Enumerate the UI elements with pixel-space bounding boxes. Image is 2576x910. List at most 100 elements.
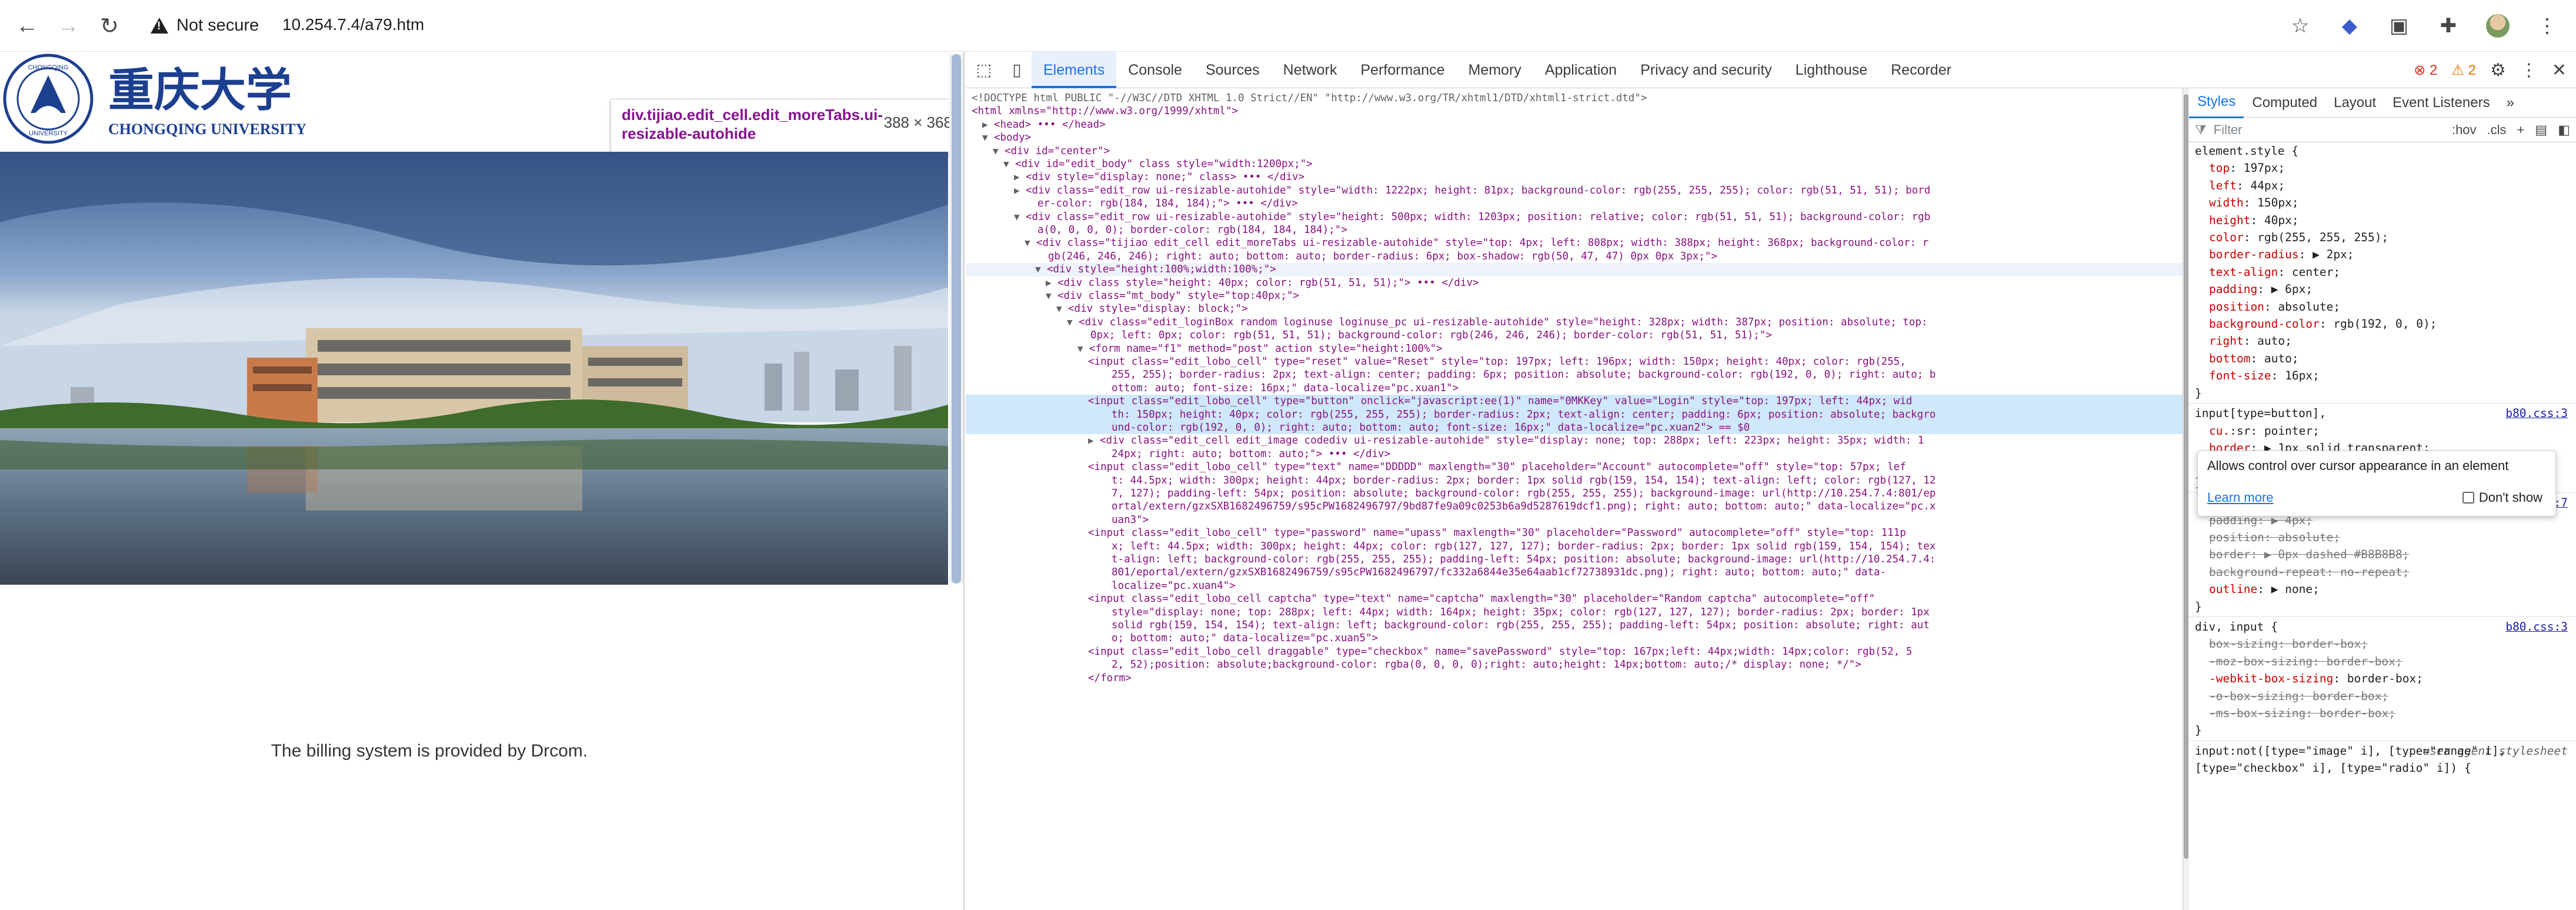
security-chip[interactable]: Not secure [151,11,259,40]
hov-toggle[interactable]: :hov [2452,122,2477,138]
page-scrollbar[interactable] [949,54,963,584]
dom-node-line[interactable]: <input class="edit_lobo_cell" type="butt… [966,395,2183,408]
collapse-caret-icon[interactable]: ▼ [1035,263,1047,276]
stylesheet-source-link[interactable]: b80.css:3 [2505,405,2568,422]
expand-caret-icon[interactable]: ▶ [982,118,994,131]
dom-node-line[interactable]: uan3"> [1112,514,1149,526]
more-tabs-icon[interactable]: » [2498,88,2522,118]
collapse-caret-icon[interactable]: ▼ [1046,289,1057,302]
dont-show-checkbox[interactable] [2462,492,2474,504]
dom-node-line[interactable]: ▶ <div class style="height: 40px; color: … [1046,276,1479,289]
tab-layout[interactable]: Layout [2325,88,2384,118]
style-rule-line[interactable]: outline: ▶ none; [2189,581,2576,598]
extension-icon[interactable]: ◆ [2335,11,2364,41]
style-rule-line[interactable]: border: ▶ 0px dashed #B8B8B8; [2189,546,2576,563]
style-rule-line[interactable]: background-repeat: no-repeat; [2189,564,2576,581]
dom-node-line[interactable]: <input class="edit_lobo_cell draggable" … [1088,645,1912,658]
dom-node-line[interactable]: a(0, 0, 0, 0); border-color: rgb(184, 18… [1037,224,1347,236]
dom-node-line[interactable]: und-color: rgb(192, 0, 0); right: auto; … [966,421,2183,435]
dom-node-line[interactable]: ▶ <div class="edit_cell edit_image codedi… [1088,434,1924,447]
dom-node-line[interactable]: x; left: 44.5px; width: 300px; height: 4… [1112,540,1936,553]
puzzle-icon[interactable]: ✚ [2434,11,2463,41]
style-rule-line[interactable]: right: auto; [2189,332,2576,349]
style-rule-line[interactable]: border-radius: ▶ 2px; [2189,246,2576,263]
dom-node-line[interactable]: <!DOCTYPE html PUBLIC "-//W3C//DTD XHTML… [972,92,1647,105]
collapse-caret-icon[interactable]: ▼ [1014,211,1026,224]
inspect-element-icon[interactable]: ⬚ [969,55,999,85]
computed-toggle-icon[interactable]: ▤ [2535,122,2547,138]
style-rule-line[interactable]: cu.:sr: pointer; [2189,422,2576,439]
dom-node-line[interactable]: t-align: left; background-color: rgb(255… [1112,553,1936,566]
dom-node-line[interactable]: <input class="edit_lobo_cell" type="text… [1088,461,1906,474]
dom-node-line[interactable]: ortal/extern/gzxSXB1682496759/s95cPW1682… [1112,500,1936,513]
collapse-caret-icon[interactable]: ▼ [1067,316,1079,329]
style-rule-line[interactable]: [type="checkbox" i], [type="radio" i]) { [2189,759,2576,776]
style-rule-line[interactable]: -o-box-sizing: border-box; [2189,688,2576,705]
tab-computed[interactable]: Computed [2244,88,2325,118]
dom-node-line[interactable]: 0px; left: 0px; color: rgb(51, 51, 51); … [1090,329,1772,342]
dom-node-line[interactable]: solid rgb(159, 154, 154); text-align: le… [1112,619,1930,632]
dom-node-line[interactable]: t: 44.5px; width: 300px; height: 44px; b… [1112,474,1936,487]
style-rule-line[interactable]: text-align: center; [2189,264,2576,281]
dom-node-line[interactable]: localize="pc.xuan4"> [1112,579,1236,592]
style-rule-line[interactable]: padding: ▶ 6px; [2189,281,2576,298]
reload-icon[interactable]: ↻ [92,8,127,44]
error-count-badge[interactable]: ⊗ 2 [2414,62,2437,79]
dom-node-line[interactable]: ▼ <div class="tijiao edit_cell edit_moreT… [1025,236,1928,249]
university-logo[interactable]: CHONGQING UNIVERSITY 重庆大学 CHONGQING UNIV… [0,52,307,151]
tab-memory[interactable]: Memory [1456,52,1533,88]
style-rule-line[interactable]: -ms-box-sizing: border-box; [2189,705,2576,722]
cls-toggle[interactable]: .cls [2487,122,2507,138]
style-rule-line[interactable]: input:not([type="image" i], [type="range… [2189,742,2576,759]
dom-node-line[interactable]: 255, 255); border-radius: 2px; text-alig… [1112,368,1936,381]
style-rule-line[interactable]: box-sizing: border-box; [2189,635,2576,652]
expand-caret-icon[interactable]: ▶ [1088,434,1100,447]
elements-scrollbar-thumb[interactable] [2184,94,2188,859]
tab-privacy-security[interactable]: Privacy and security [1629,52,1784,88]
style-rule-line[interactable]: position: absolute; [2189,298,2576,315]
page-scrollbar-thumb[interactable] [952,54,961,584]
dom-node-line[interactable]: ▼ <div style="height:100%;width:100%;"> [966,263,2183,276]
expand-caret-icon[interactable]: ▶ [1014,184,1026,197]
tab-network[interactable]: Network [1272,52,1349,88]
dom-node-line[interactable]: ▼ <div id="center"> [993,145,1110,158]
dom-node-line[interactable]: ▶ <div style="display: none;" class> ••• … [1014,171,1304,184]
style-rule-line[interactable]: font-size: 16px; [2189,367,2576,384]
sidebar-toggle-icon[interactable]: ◧ [2558,122,2570,138]
styles-filter-input[interactable]: Filter [2214,122,2243,138]
dom-node-line[interactable]: ▶ <head> ••• </head> [982,118,1106,131]
dom-node-line[interactable]: er-color: rgb(184, 184, 184);"> ••• </di… [1037,197,1298,210]
collapse-caret-icon[interactable]: ▼ [1003,158,1015,171]
style-rule-line[interactable]: position: absolute; [2189,529,2576,546]
style-rule-line[interactable]: width: 150px; [2189,194,2576,211]
dom-node-line[interactable]: ▼ <body> [982,131,1031,144]
dom-node-line[interactable]: ▶ <div class="edit_row ui-resizable-autoh… [1014,184,1930,197]
tab-recorder[interactable]: Recorder [1879,52,1963,88]
collapse-caret-icon[interactable]: ▼ [982,131,994,144]
collapse-caret-icon[interactable]: ▼ [1077,342,1089,355]
style-rule-line[interactable]: background-color: rgb(192, 0, 0); [2189,315,2576,332]
dom-node-line[interactable]: ▼ <div class="edit_row ui-resizable-autoh… [1014,211,1930,224]
camera-icon[interactable]: ▣ [2384,11,2414,41]
dom-node-line[interactable]: o; bottom: auto;" data-localize="pc.xuan… [1112,632,1378,645]
dom-node-line[interactable]: ▼ <div class="edit_loginBox random loginu… [1067,316,1927,329]
tab-performance[interactable]: Performance [1349,52,1456,88]
dom-node-line[interactable]: <input class="edit_lobo_cell captcha" ty… [1088,592,1875,605]
collapse-caret-icon[interactable]: ▼ [993,145,1005,158]
star-icon[interactable]: ☆ [2285,11,2315,41]
dom-node-line[interactable]: 801/eportal/extern/gzxSXB1682496759/s95c… [1112,566,1886,579]
tab-event-listeners[interactable]: Event Listeners [2384,88,2498,118]
style-rule-line[interactable]: } [2189,722,2576,739]
tab-sources[interactable]: Sources [1194,52,1272,88]
dom-node-line[interactable]: ▼ <div class="mt_body" style="top:40px;"> [1046,289,1299,302]
expand-caret-icon[interactable]: ▶ [1046,276,1057,289]
style-rule-line[interactable]: } [2189,598,2576,615]
tab-styles[interactable]: Styles [2189,88,2244,118]
dom-node-line[interactable]: <input class="edit_lobo_cell" type="pass… [1088,526,1906,539]
collapse-caret-icon[interactable]: ▼ [1025,236,1036,249]
tab-lighthouse[interactable]: Lighthouse [1784,52,1879,88]
more-options-icon[interactable]: ⋮ [2520,60,2538,81]
menu-icon[interactable]: ⋮ [2532,11,2562,41]
dom-node-line[interactable]: 24px; right: auto; bottom: auto;"> ••• <… [1112,448,1390,461]
collapse-caret-icon[interactable]: ▼ [1056,302,1068,315]
